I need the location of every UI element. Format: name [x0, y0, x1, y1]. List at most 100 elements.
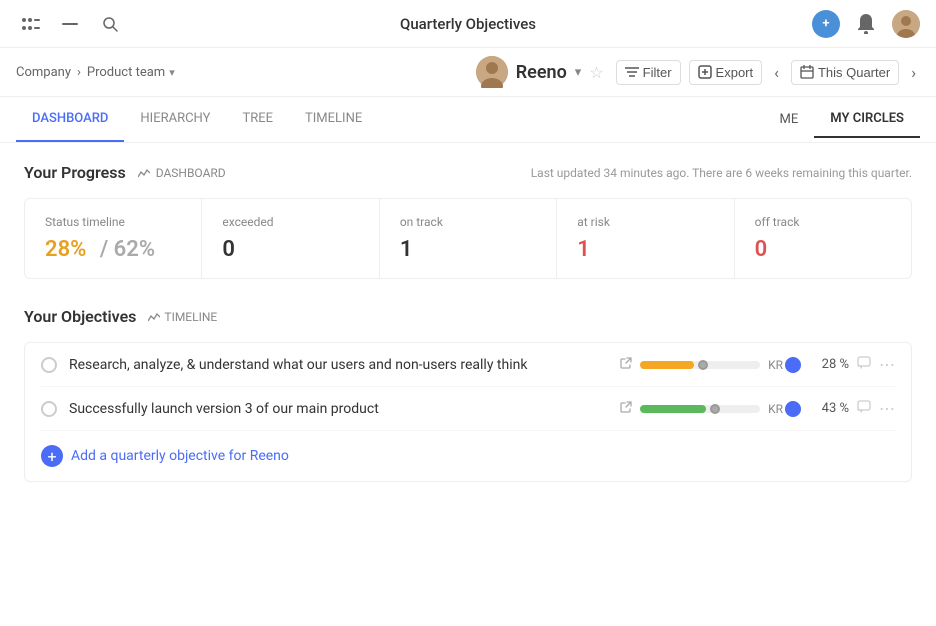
- next-quarter-button[interactable]: ›: [907, 59, 920, 86]
- progress-bg-1: [640, 405, 760, 413]
- stat-slash-0: [90, 237, 95, 262]
- top-navigation: Quarterly Objectives +: [0, 0, 936, 48]
- progress-fill-1: [640, 405, 706, 413]
- main-content: Your Progress DASHBOARD Last updated 34 …: [0, 143, 936, 502]
- stat-value-2: 1: [400, 237, 536, 262]
- comment-icon-1[interactable]: [857, 400, 871, 417]
- nav-right: +: [812, 10, 920, 38]
- last-updated-text: Last updated 34 minutes ago. There are 6…: [531, 166, 912, 180]
- stat-value-primary-0: 28%: [45, 237, 86, 262]
- kr-text-0: KR: [768, 358, 783, 372]
- breadcrumb: Company › Product team ▾: [16, 65, 175, 80]
- stat-off-track: off track 0: [735, 199, 911, 278]
- objectives-title: Your Objectives: [24, 307, 136, 326]
- more-menu-icon-1[interactable]: ⋯: [879, 399, 895, 418]
- nav-left: [16, 10, 124, 38]
- stat-progress-0: 28% / 62%: [45, 237, 181, 262]
- minimize-icon[interactable]: [56, 10, 84, 38]
- stat-label-3: at risk: [577, 215, 713, 229]
- notifications-icon[interactable]: [852, 10, 880, 38]
- objectives-header: Your Objectives TIMELINE: [24, 307, 912, 326]
- progress-bar-1: [640, 405, 760, 413]
- stat-value-4: 0: [755, 237, 891, 262]
- stat-exceeded: exceeded 0: [202, 199, 379, 278]
- comment-icon-0[interactable]: [857, 356, 871, 373]
- user-name[interactable]: Reeno: [516, 62, 567, 83]
- breadcrumb-team[interactable]: Product team ▾: [87, 65, 175, 80]
- breadcrumb-separator: ›: [77, 65, 81, 80]
- toolbar-actions: Filter Export ‹ This Quarter: [616, 59, 920, 86]
- progress-bg-0: [640, 361, 760, 369]
- progress-subtitle-text: DASHBOARD: [156, 166, 226, 180]
- tab-hierarchy[interactable]: HIERARCHY: [124, 97, 226, 142]
- my-circles-tab[interactable]: MY CIRCLES: [814, 101, 920, 138]
- stat-value-secondary-0: / 62%: [100, 237, 155, 262]
- add-objective-label: Add a quarterly objective for Reeno: [71, 448, 289, 464]
- stats-row: Status timeline 28% / 62% exceeded 0 on …: [24, 198, 912, 279]
- stat-at-risk: at risk 1: [557, 199, 734, 278]
- add-objective-button[interactable]: + Add a quarterly objective for Reeno: [41, 431, 895, 481]
- objective-actions-0: KR 28 % ⋯: [620, 355, 895, 374]
- page-title: Quarterly Objectives: [400, 15, 536, 33]
- add-circle-icon: +: [41, 445, 63, 467]
- kr-dot-0: [785, 357, 801, 373]
- tabs-right: ME MY CIRCLES: [764, 101, 920, 138]
- favorite-icon[interactable]: ☆: [589, 63, 603, 82]
- quarter-selector[interactable]: This Quarter: [791, 60, 899, 85]
- objective-text-0: Research, analyze, & understand what our…: [69, 357, 608, 373]
- stat-label-2: on track: [400, 215, 536, 229]
- progress-title: Your Progress: [24, 163, 126, 182]
- external-link-icon-1[interactable]: [620, 401, 632, 416]
- progress-fill-0: [640, 361, 694, 369]
- progress-section-title-area: Your Progress DASHBOARD: [24, 163, 226, 182]
- objectives-section: Your Objectives TIMELINE Research, analy…: [24, 307, 912, 482]
- kr-dot-1: [785, 401, 801, 417]
- stat-label-0: Status timeline: [45, 215, 181, 229]
- stat-on-track: on track 1: [380, 199, 557, 278]
- objective-status-0[interactable]: [41, 357, 57, 373]
- kr-badge-0: KR: [768, 357, 801, 373]
- prev-quarter-button[interactable]: ‹: [770, 59, 783, 86]
- progress-bar-0: [640, 361, 760, 369]
- percent-text-0: 28 %: [809, 357, 849, 372]
- me-tab[interactable]: ME: [764, 102, 815, 137]
- user-section: Reeno ▾ ☆ Filter Export ‹: [476, 56, 920, 88]
- kr-badge-1: KR: [768, 401, 801, 417]
- breadcrumb-company[interactable]: Company: [16, 65, 71, 80]
- add-button[interactable]: +: [812, 10, 840, 38]
- search-icon[interactable]: [96, 10, 124, 38]
- objectives-container: Research, analyze, & understand what our…: [24, 342, 912, 482]
- kr-text-1: KR: [768, 402, 783, 416]
- menu-icon[interactable]: [16, 10, 44, 38]
- tab-dashboard[interactable]: DASHBOARD: [16, 97, 124, 142]
- stat-label-4: off track: [755, 215, 891, 229]
- percent-text-1: 43 %: [809, 401, 849, 416]
- objective-text-1: Successfully launch version 3 of our mai…: [69, 401, 608, 417]
- progress-dot-1: [710, 404, 720, 414]
- user-dropdown-icon[interactable]: ▾: [575, 65, 582, 80]
- export-button[interactable]: Export: [689, 60, 763, 85]
- tabs-bar: DASHBOARD HIERARCHY TREE TIMELINE ME MY …: [0, 97, 936, 143]
- progress-section-header: Your Progress DASHBOARD Last updated 34 …: [24, 163, 912, 182]
- user-avatar-nav[interactable]: [892, 10, 920, 38]
- objective-actions-1: KR 43 % ⋯: [620, 399, 895, 418]
- tab-timeline[interactable]: TIMELINE: [289, 97, 378, 142]
- objectives-subtitle-text: TIMELINE: [164, 310, 217, 324]
- breadcrumb-bar: Company › Product team ▾ Reeno ▾ ☆: [0, 48, 936, 97]
- tab-tree[interactable]: TREE: [226, 97, 289, 142]
- user-photo: [476, 56, 508, 88]
- filter-button[interactable]: Filter: [616, 60, 681, 85]
- more-menu-icon-0[interactable]: ⋯: [879, 355, 895, 374]
- stat-label-1: exceeded: [222, 215, 358, 229]
- objective-row-1: Successfully launch version 3 of our mai…: [41, 387, 895, 431]
- objective-status-1[interactable]: [41, 401, 57, 417]
- external-link-icon-0[interactable]: [620, 357, 632, 372]
- objectives-subtitle: TIMELINE: [148, 310, 217, 324]
- stat-status-timeline: Status timeline 28% / 62%: [25, 199, 202, 278]
- progress-subtitle: DASHBOARD: [138, 166, 226, 180]
- tabs-left: DASHBOARD HIERARCHY TREE TIMELINE: [16, 97, 378, 142]
- stat-value-3: 1: [577, 237, 713, 262]
- user-name-area: Reeno ▾ ☆: [476, 56, 604, 88]
- progress-dot-0: [698, 360, 708, 370]
- objective-row-0: Research, analyze, & understand what our…: [41, 343, 895, 387]
